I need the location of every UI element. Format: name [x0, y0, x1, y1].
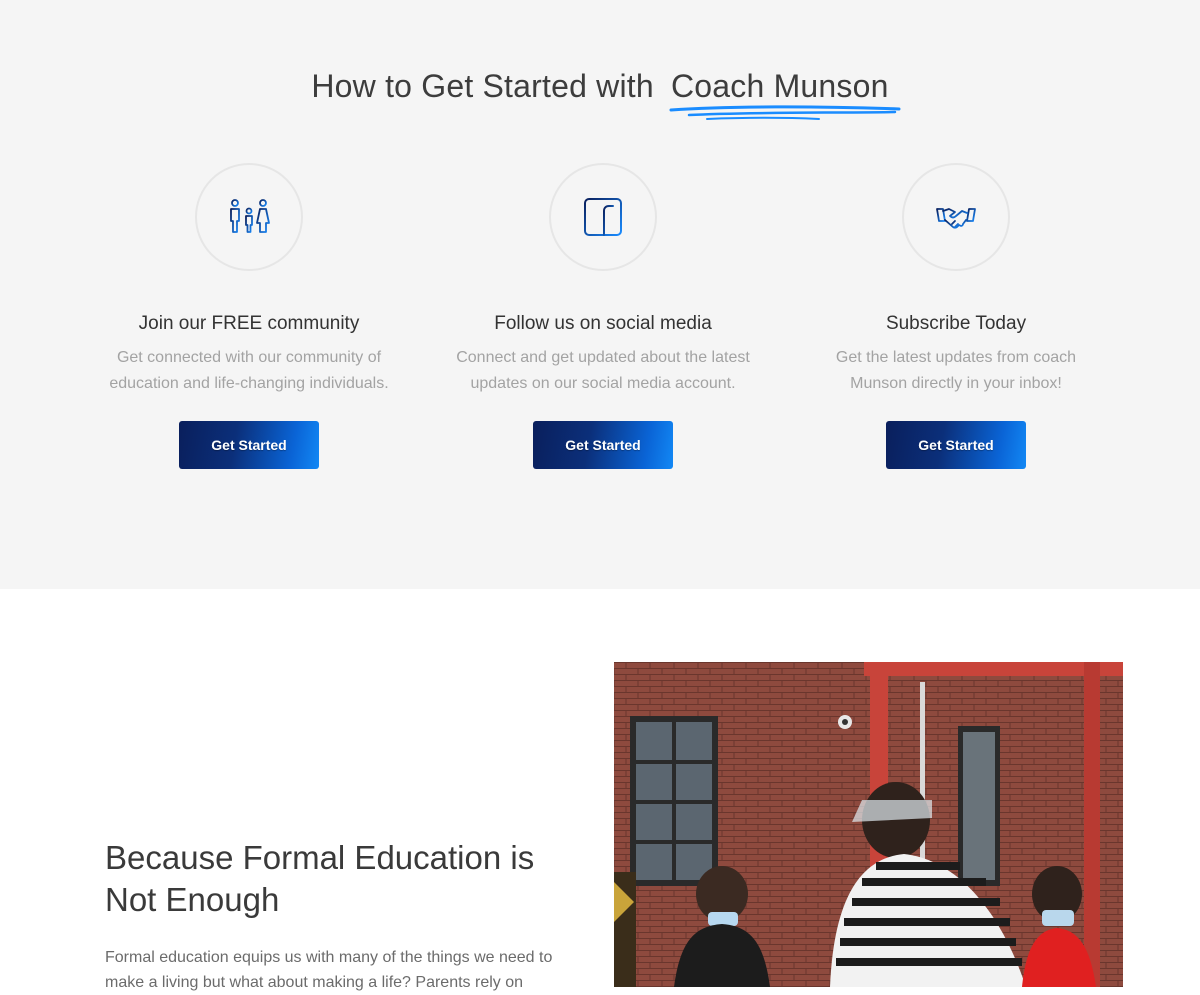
handshake-icon: [936, 208, 976, 229]
get-started-section: How to Get Started with Coach Munson Joi…: [0, 0, 1200, 589]
get-started-button-community[interactable]: Get Started: [179, 421, 319, 469]
about-heading: Because Formal Education is Not Enough: [105, 839, 535, 918]
scribble-underline: [669, 105, 901, 120]
icon-circle: [549, 163, 657, 271]
step-text: Get connected with our community of educ…: [109, 349, 389, 392]
step-community: Join our FREE community Get connected wi…: [89, 163, 409, 469]
coach-photo: [614, 662, 1123, 987]
get-started-button-social[interactable]: Get Started: [533, 421, 673, 469]
step-social: Follow us on social media Connect and ge…: [443, 163, 763, 469]
step-text: Connect and get updated about the latest…: [456, 349, 750, 392]
family-icon: [230, 199, 270, 233]
get-started-button-subscribe[interactable]: Get Started: [886, 421, 1026, 469]
icon-circle: [902, 163, 1010, 271]
title-highlight-text: Coach Munson: [670, 68, 889, 104]
about-section: Because Formal Education is Not Enough F…: [0, 589, 1200, 991]
step-subscribe: Subscribe Today Get the latest updates f…: [796, 163, 1116, 469]
step-title: Follow us on social media: [494, 313, 712, 334]
section-title: How to Get Started with Coach Munson: [0, 68, 1200, 120]
photo-illustration: [614, 662, 1123, 987]
title-prefix: How to Get Started with: [311, 68, 654, 104]
step-text: Get the latest updates from coach Munson…: [835, 349, 1077, 392]
facebook-icon: [584, 198, 622, 236]
title-highlight: Coach Munson: [669, 68, 901, 120]
step-title: Join our FREE community: [138, 313, 360, 334]
about-text: Formal education equips us with many of …: [105, 949, 553, 991]
step-title: Subscribe Today: [885, 313, 1027, 334]
icon-circle: [195, 163, 303, 271]
